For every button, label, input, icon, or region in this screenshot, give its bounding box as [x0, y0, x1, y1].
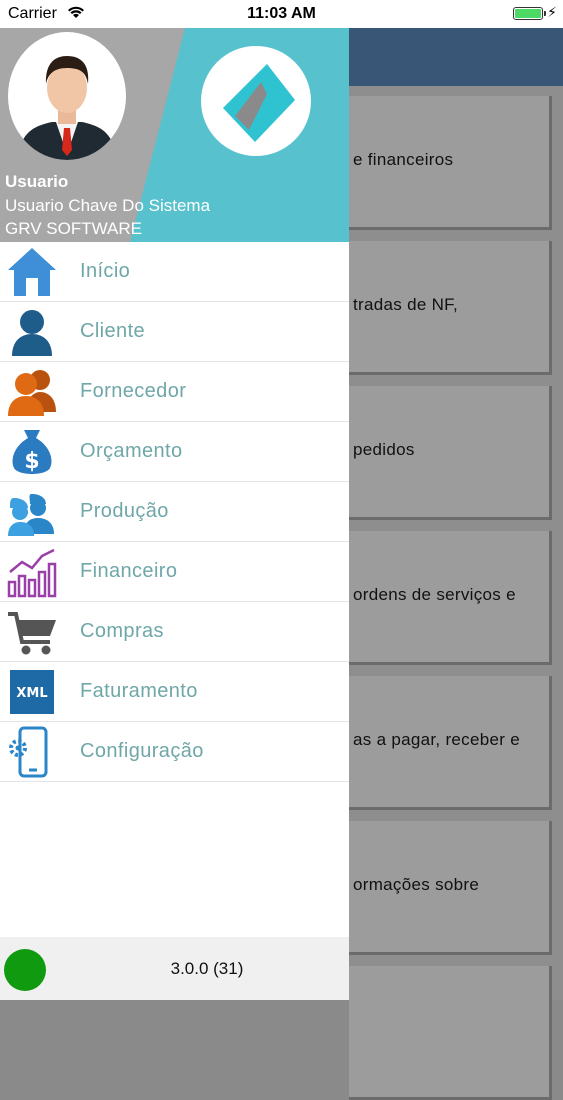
background-card-text: ormações sobre: [353, 875, 480, 894]
avatar[interactable]: [8, 32, 126, 160]
user-role: Usuario Chave Do Sistema: [5, 196, 211, 215]
menu-item-fornecedor[interactable]: Fornecedor: [0, 362, 349, 422]
user-avatar-icon: [18, 56, 116, 160]
side-drawer: Usuario Usuario Chave Do Sistema GRV SOF…: [0, 28, 349, 1000]
chart-icon: [6, 546, 58, 598]
background-card[interactable]: pedidos: [349, 386, 552, 520]
menu-item-label: Financeiro: [80, 560, 178, 582]
drawer-footer: 3.0.0 (31): [0, 937, 349, 1000]
logo-icon: [223, 64, 295, 142]
menu-item-inicio[interactable]: Início: [0, 242, 349, 302]
menu-item-compras[interactable]: Compras: [0, 602, 349, 662]
menu-item-label: Faturamento: [80, 680, 198, 702]
background-card-text: e financeiros: [353, 150, 454, 169]
menu-item-label: Cliente: [80, 320, 146, 342]
battery-icon: [513, 7, 546, 20]
background-card[interactable]: e financeiros: [349, 96, 552, 230]
drawer-header: Usuario Usuario Chave Do Sistema GRV SOF…: [0, 28, 349, 242]
background-card[interactable]: ordens de serviços e: [349, 531, 552, 665]
clock: 11:03 AM: [247, 5, 316, 22]
people-icon: [6, 366, 58, 418]
user-name: Usuario: [5, 172, 69, 191]
background-card[interactable]: ormações sobre: [349, 821, 552, 955]
home-icon: [6, 246, 58, 298]
menu-item-producao[interactable]: Produção: [0, 482, 349, 542]
menu-item-configuracao[interactable]: Configuração: [0, 722, 349, 782]
background-navbar: [349, 28, 563, 86]
background-card-text: pedidos: [353, 440, 415, 459]
menu-item-label: Compras: [80, 620, 164, 642]
money-bag-icon: $: [6, 426, 58, 478]
xml-icon: XML: [6, 666, 58, 718]
mobile-settings-icon: [6, 726, 58, 778]
app-logo: [201, 46, 311, 156]
cart-icon: [6, 606, 58, 658]
workers-icon: [6, 486, 58, 538]
background-card[interactable]: tradas de NF,: [349, 241, 552, 375]
charging-icon: ⚡: [547, 4, 557, 20]
background-card-text: as a pagar, receber e: [353, 730, 520, 749]
menu-item-label: Configuração: [80, 740, 204, 762]
drawer-menu: Início Cliente Fornecedor $ Orçamento Pr…: [0, 242, 349, 782]
background-card-text: ordens de serviços e: [353, 585, 516, 604]
background-card-text: tradas de NF,: [353, 295, 459, 314]
background-content: e financeiros tradas de NF, pedidos orde…: [349, 28, 563, 1100]
svg-text:XML: XML: [16, 686, 47, 701]
background-card[interactable]: as a pagar, receber e: [349, 676, 552, 810]
menu-item-cliente[interactable]: Cliente: [0, 302, 349, 362]
menu-item-label: Produção: [80, 500, 169, 522]
menu-item-label: Fornecedor: [80, 380, 187, 402]
menu-item-financeiro[interactable]: Financeiro: [0, 542, 349, 602]
status-bar: Carrier 11:03 AM ⚡: [0, 0, 563, 28]
menu-item-label: Início: [80, 260, 131, 282]
menu-item-label: Orçamento: [80, 440, 183, 462]
background-card[interactable]: [349, 966, 552, 1100]
menu-item-orcamento[interactable]: $ Orçamento: [0, 422, 349, 482]
person-icon: [6, 306, 58, 358]
menu-item-faturamento[interactable]: XML Faturamento: [0, 662, 349, 722]
app-version: 3.0.0 (31): [170, 959, 244, 978]
svg-text:$: $: [24, 449, 39, 474]
user-company: GRV SOFTWARE: [5, 219, 142, 238]
